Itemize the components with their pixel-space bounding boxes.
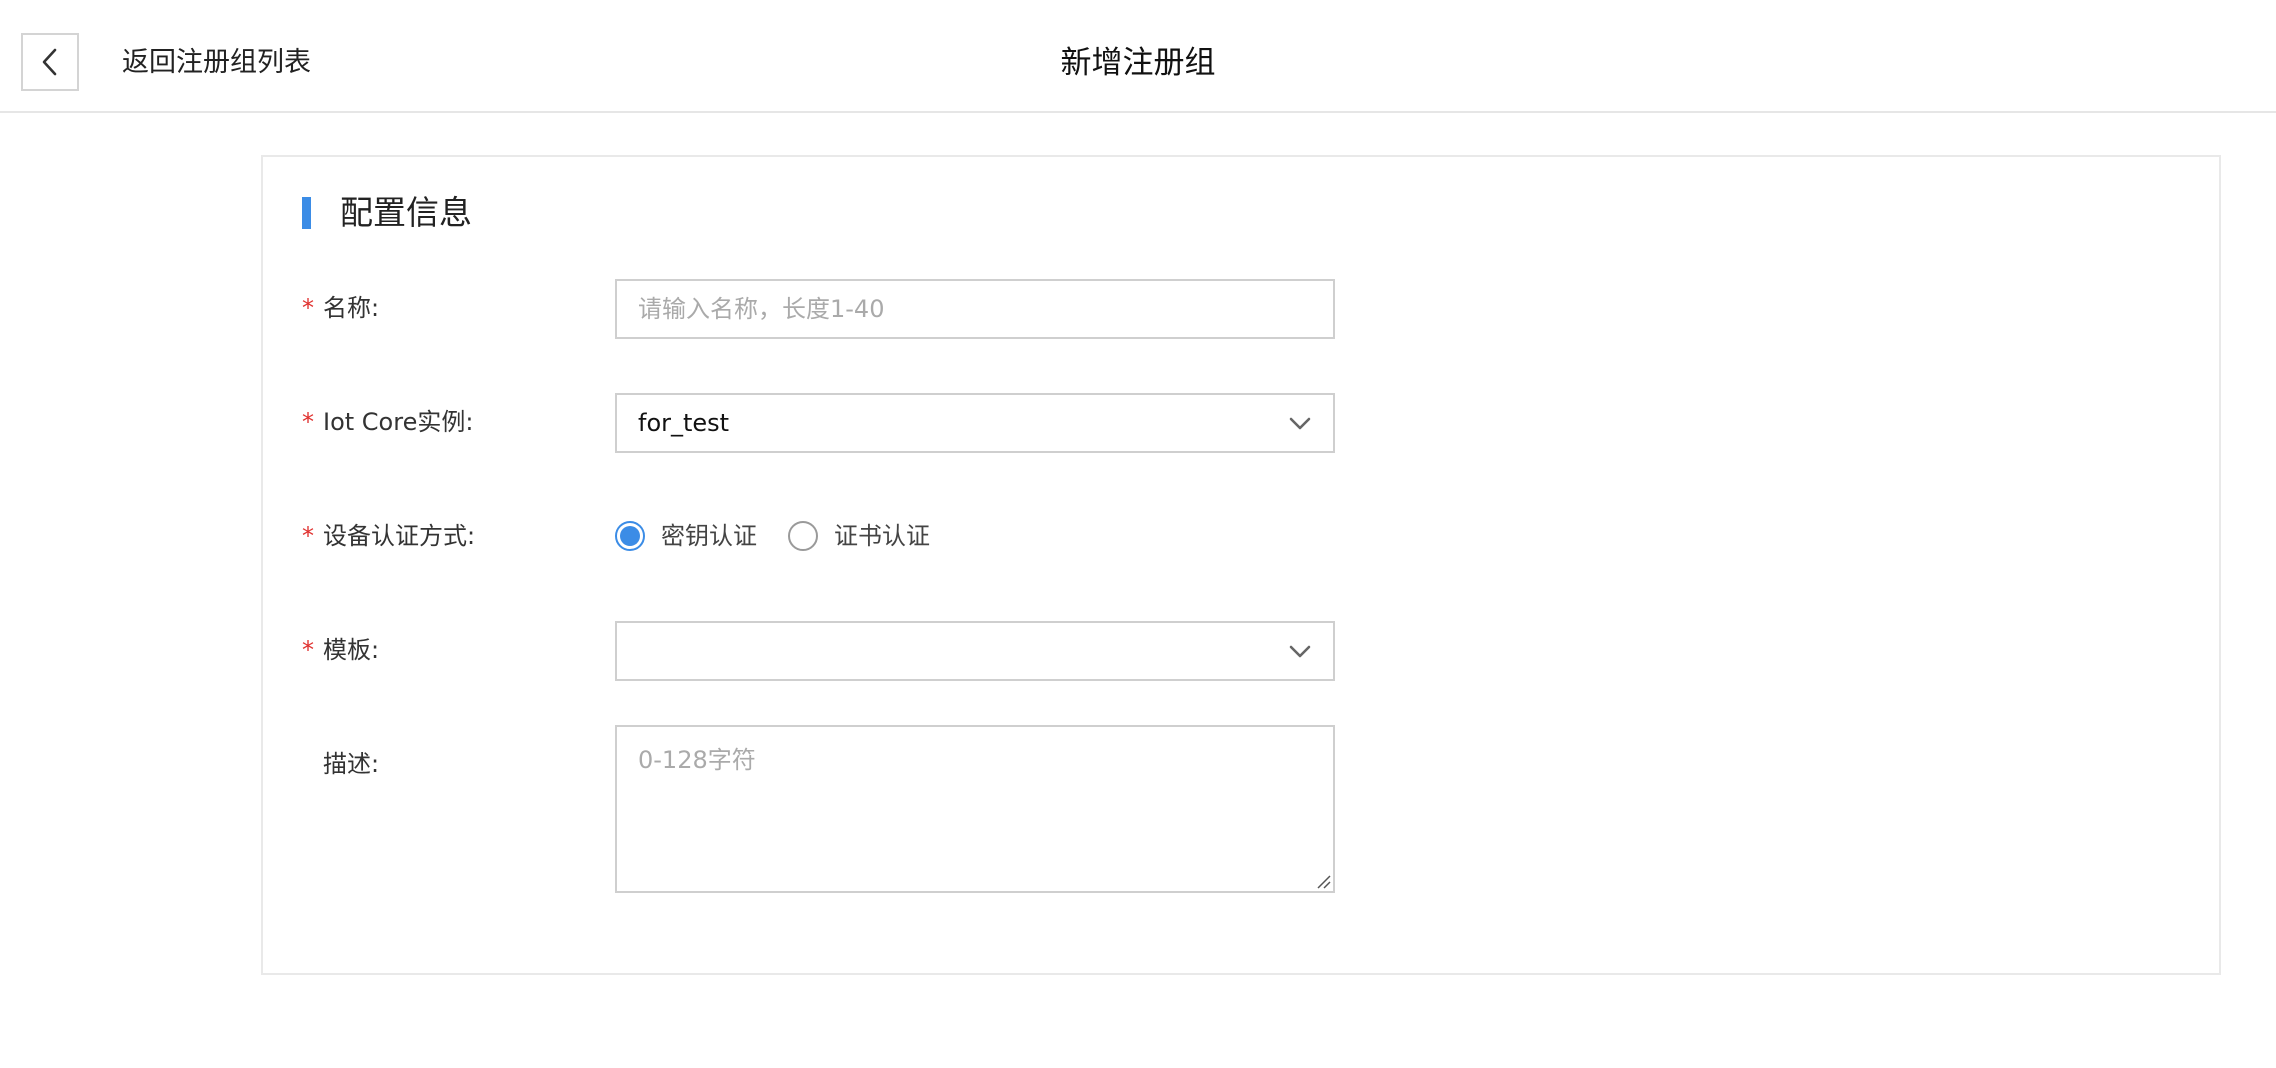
template-select[interactable] bbox=[615, 621, 1335, 681]
auth-radio-key[interactable]: 密钥认证 bbox=[615, 520, 757, 552]
instance-select-value: for_test bbox=[638, 409, 730, 437]
required-mark: * bbox=[302, 636, 314, 664]
instance-select[interactable]: for_test bbox=[615, 393, 1335, 453]
chevron-down-icon bbox=[1289, 645, 1311, 658]
radio-unchecked-icon bbox=[788, 521, 818, 551]
instance-label: * Iot Core实例: bbox=[302, 408, 474, 436]
name-label: * 名称: bbox=[302, 294, 380, 322]
page-title: 新增注册组 bbox=[1060, 45, 1216, 81]
auth-radio-cert-label: 证书认证 bbox=[834, 522, 930, 550]
required-mark: * bbox=[302, 408, 314, 436]
chevron-down-icon bbox=[1289, 417, 1311, 430]
section-header: 配置信息 bbox=[302, 193, 472, 232]
top-bar: 返回注册组列表 新增注册组 bbox=[0, 0, 2276, 113]
section-title: 配置信息 bbox=[340, 193, 472, 232]
radio-checked-icon bbox=[615, 521, 645, 551]
required-mark: * bbox=[302, 294, 314, 322]
description-field-wrapper bbox=[615, 725, 1335, 893]
required-mark: * bbox=[302, 522, 314, 550]
description-label: 描述: bbox=[323, 750, 380, 778]
name-field-wrapper bbox=[615, 279, 1335, 339]
resize-grip-icon[interactable] bbox=[1315, 873, 1331, 889]
template-label: * 模板: bbox=[302, 636, 380, 664]
section-accent-bar bbox=[302, 197, 311, 229]
auth-label: * 设备认证方式: bbox=[302, 522, 476, 550]
description-textarea[interactable] bbox=[617, 727, 1333, 891]
auth-radio-key-label: 密钥认证 bbox=[661, 522, 757, 550]
auth-radio-group: 密钥认证 证书认证 bbox=[615, 519, 961, 553]
name-input[interactable] bbox=[617, 281, 1333, 337]
auth-radio-cert[interactable]: 证书认证 bbox=[788, 520, 930, 552]
